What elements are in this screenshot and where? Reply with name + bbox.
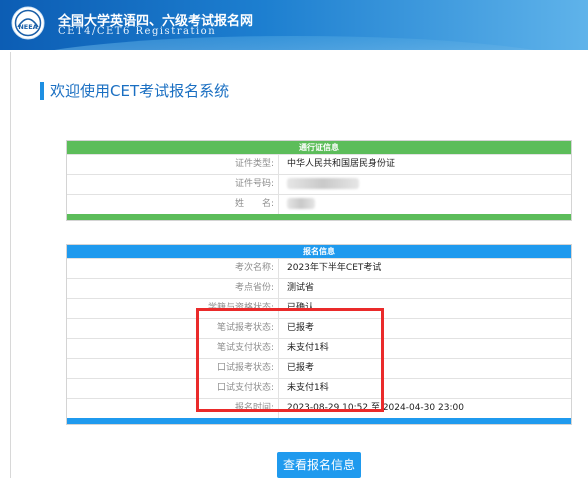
table-row: 证件号码: [67,174,571,194]
site-subtitle: CET4/CET6 Registration [58,26,217,37]
redacted-id-number [287,178,359,189]
exam-session-value: 2023年下半年CET考试 [287,263,382,273]
pass-info-title: 通行证信息 [67,141,571,154]
left-divider [10,52,11,478]
province-value: 测试省 [287,283,315,293]
logo-text: NEEA [18,23,37,31]
status-highlight-box [196,308,384,412]
name-value [279,195,315,214]
view-registration-button[interactable]: 查看报名信息 [277,452,361,478]
province-label: 考点省份: [67,279,279,298]
redacted-name [287,198,315,209]
exam-session-label: 考次名称: [67,259,279,278]
page-title: 欢迎使用CET考试报名系统 [40,82,229,100]
pass-info-footer-bar [67,214,571,220]
neea-logo-icon: NEEA [11,6,45,40]
id-number-label: 证件号码: [67,175,279,194]
id-type-value: 中华人民共和国居民身份证 [287,159,396,169]
table-row: 证件类型: 中华人民共和国居民身份证 [67,154,571,174]
table-row: 姓 名: [67,194,571,214]
name-label: 姓 名: [67,195,279,214]
table-row: 考次名称: 2023年下半年CET考试 [67,258,571,278]
site-header: NEEA 全国大学英语四、六级考试报名网 CET4/CET6 Registrat… [0,0,588,50]
table-row: 考点省份: 测试省 [67,278,571,298]
id-number-value [279,175,359,194]
registration-info-footer-bar [67,418,571,424]
header-swoosh [0,36,588,50]
registration-info-title: 报名信息 [67,245,571,258]
pass-info-panel: 通行证信息 证件类型: 中华人民共和国居民身份证 证件号码: 姓 名: [66,140,572,221]
id-type-label: 证件类型: [67,155,279,174]
